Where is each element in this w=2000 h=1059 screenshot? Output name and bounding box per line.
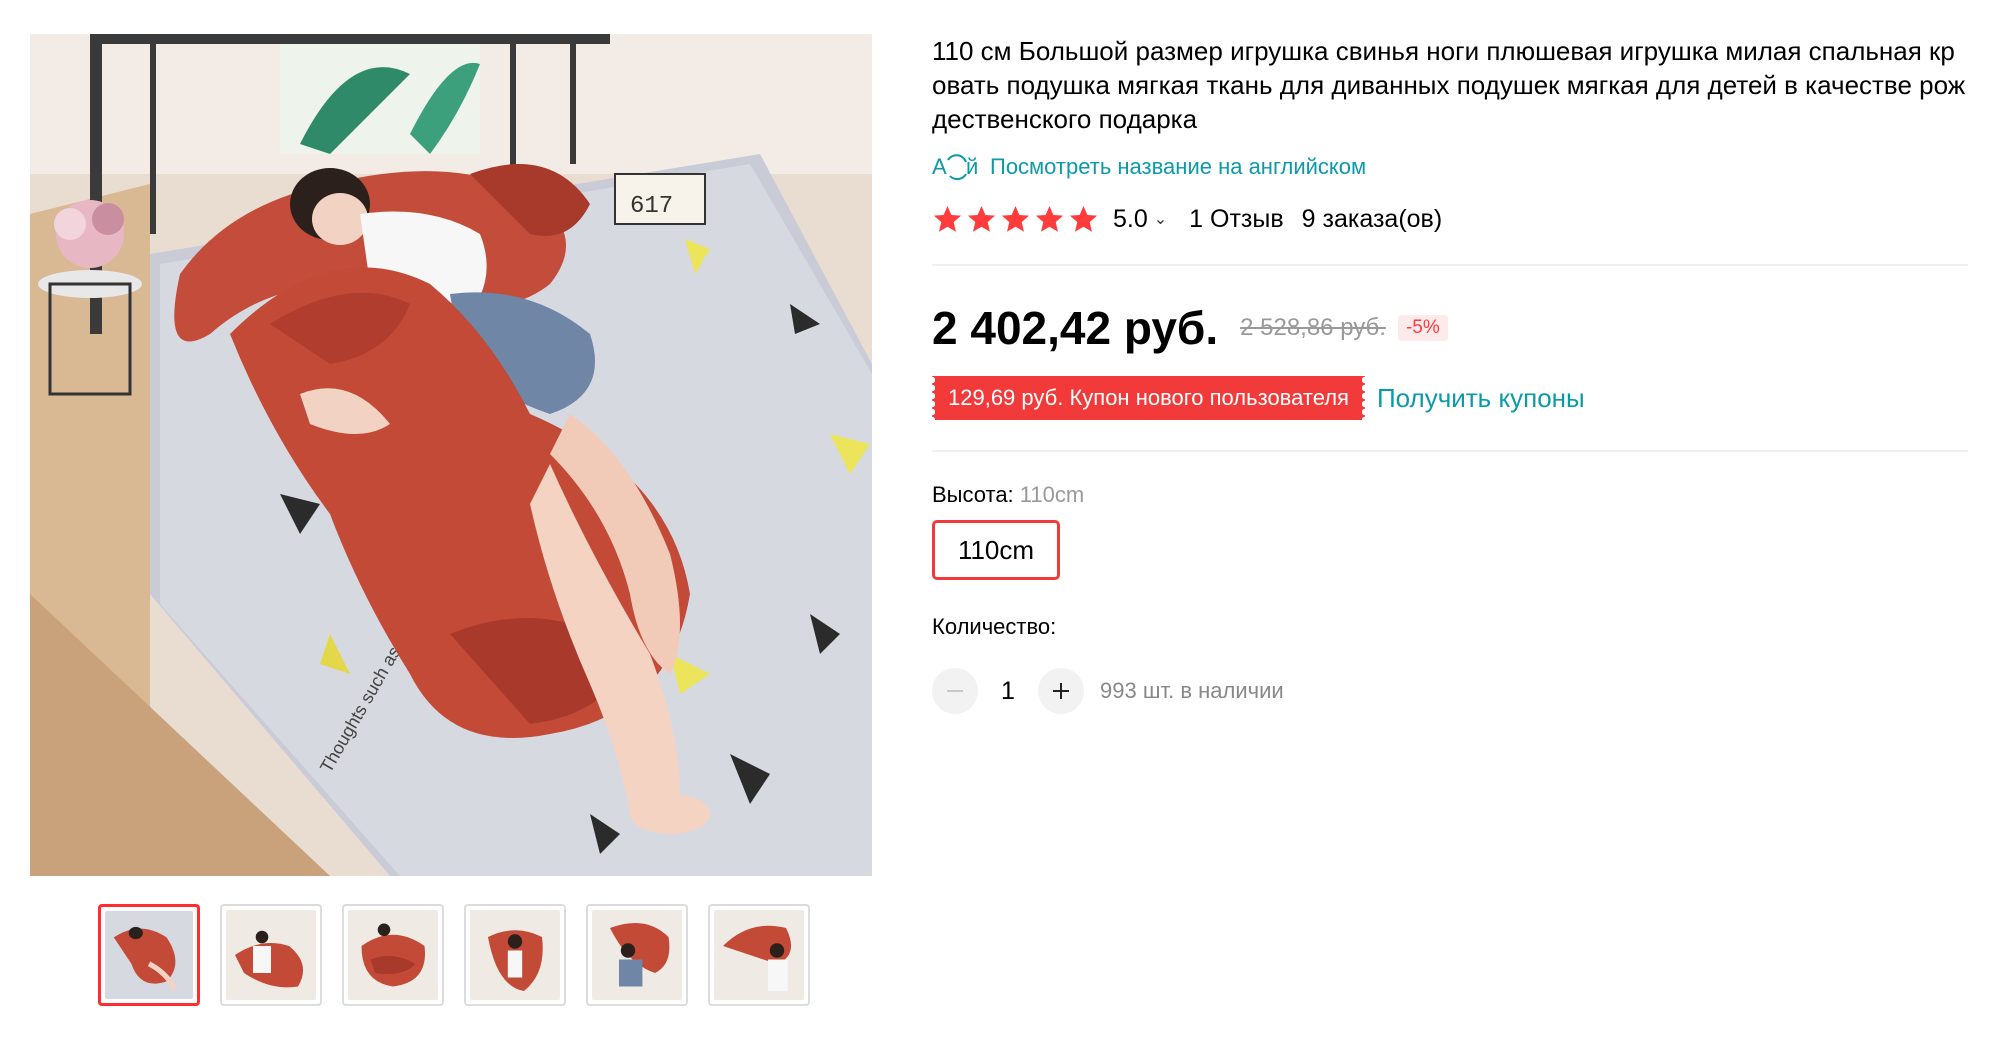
product-info-panel: 110 см Большой размер игрушка свинья ног…	[929, 34, 1968, 714]
calendar-text: 617	[630, 193, 673, 220]
star-icon	[1001, 205, 1030, 232]
divider	[932, 264, 1968, 266]
thumbnail-4[interactable]	[464, 904, 566, 1006]
quantity-label: Количество:	[932, 614, 1057, 639]
stock-count: 993 шт. в наличии	[1100, 678, 1284, 703]
orders-count: 9 заказа(ов)	[1301, 204, 1443, 233]
star-icon	[1069, 205, 1098, 232]
current-price: 2 402,42 руб.	[932, 302, 1219, 354]
thumbnail-5[interactable]	[586, 904, 688, 1006]
rating-stars	[932, 204, 1099, 235]
minus-icon	[947, 690, 963, 692]
view-english-title-link[interactable]: Посмотреть название на английском	[990, 154, 1366, 180]
height-option-110cm[interactable]: 110cm	[932, 520, 1060, 580]
old-price: 2 528,86 руб.	[1240, 314, 1386, 341]
thumbnail-6[interactable]	[708, 904, 810, 1006]
divider	[932, 450, 1968, 452]
new-user-coupon-badge: 129,69 руб. Купон нового пользователя	[929, 376, 1368, 420]
height-property-label: Высота: 110cm	[932, 482, 1968, 508]
get-coupons-link[interactable]: Получить купоны	[1377, 383, 1585, 414]
main-product-image[interactable]: Thoughts such as love 617	[30, 34, 872, 876]
decrease-quantity-button[interactable]	[932, 668, 978, 714]
reviews-count[interactable]: 1 Отзыв	[1189, 205, 1283, 234]
product-title: 110 см Большой размер игрушка свинья ног…	[932, 36, 1966, 134]
thumbnail-3[interactable]	[342, 904, 444, 1006]
price-row: 2 402,42 руб. 2 528,86 руб. -5%	[932, 302, 1968, 354]
star-icon	[933, 205, 962, 232]
thumbnail-strip	[98, 904, 810, 1006]
star-icon	[1035, 205, 1064, 232]
height-selected-value: 110cm	[1019, 482, 1085, 507]
star-icon	[967, 205, 996, 232]
discount-badge: -5%	[1397, 315, 1448, 341]
increase-quantity-button[interactable]	[1038, 668, 1084, 714]
quantity-stepper: 1 993 шт. в наличии	[932, 668, 1968, 714]
plus-icon	[1053, 683, 1069, 699]
translate-row: A й Посмотреть название на английском	[932, 152, 1968, 182]
coupon-row: 129,69 руб. Купон нового пользователя По…	[929, 376, 1968, 420]
thumbnail-2[interactable]	[220, 904, 322, 1006]
translate-icon[interactable]: A й	[932, 152, 980, 182]
thumbnail-1[interactable]	[98, 904, 200, 1006]
chevron-down-icon[interactable]: ⌄	[1154, 209, 1167, 229]
svg-text:A: A	[932, 154, 947, 179]
rating-row: 5.0 ⌄ 1 Отзыв 9 заказа(ов)	[932, 202, 1968, 236]
height-label: Высота:	[932, 482, 1014, 507]
svg-text:й: й	[966, 154, 978, 179]
rating-value[interactable]: 5.0	[1113, 205, 1148, 234]
quantity-value[interactable]: 1	[978, 677, 1038, 706]
